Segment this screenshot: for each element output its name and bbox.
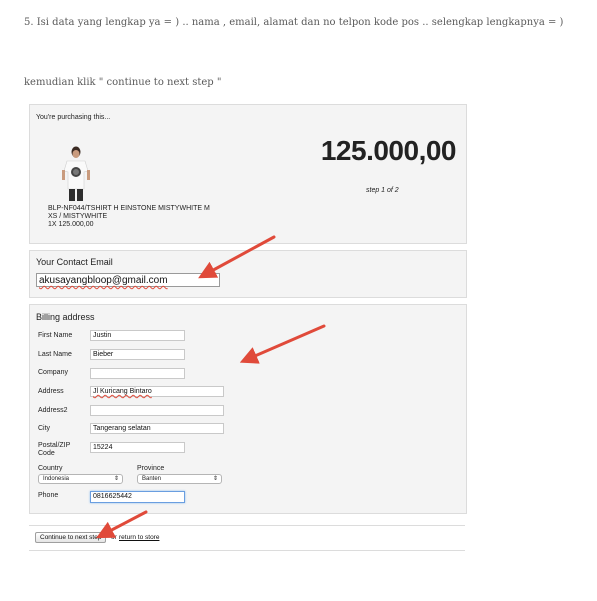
postal-code-field[interactable]: 15224 xyxy=(90,442,185,453)
city-field[interactable]: Tangerang selatan xyxy=(90,423,224,434)
checkout-footer: Continue to next step or return to store xyxy=(29,525,465,551)
address-value: Jl Kuricang Bintaro xyxy=(93,388,152,395)
country-value: Indonesia xyxy=(43,476,70,482)
address2-label: Address2 xyxy=(38,407,68,414)
continue-to-next-step-button[interactable]: Continue to next step xyxy=(35,532,107,543)
country-select[interactable]: Indonesia ⇕ xyxy=(38,474,123,484)
province-select[interactable]: Banten ⇕ xyxy=(137,474,222,484)
instruction-step-5: 5. Isi data yang lengkap ya = ) .. nama … xyxy=(24,17,564,28)
province-value: Banten xyxy=(142,476,162,482)
step-indicator: step 1 of 2 xyxy=(366,187,399,194)
country-label: Country xyxy=(38,465,63,472)
product-thumbnail xyxy=(60,145,92,203)
city-label: City xyxy=(38,425,51,432)
purchasing-label: You're purchasing this... xyxy=(36,114,111,121)
last-name-label: Last Name xyxy=(38,351,72,358)
company-field[interactable] xyxy=(90,368,185,379)
address2-field[interactable] xyxy=(90,405,224,416)
address-label: Address xyxy=(38,388,64,395)
first-name-field[interactable]: Justin xyxy=(90,330,185,341)
product-description: BLP-NF044/TSHIRT H EINSTONE MISTYWHITE M… xyxy=(48,205,248,229)
email-field[interactable]: akusayangbloop@gmail.com xyxy=(36,273,220,287)
or-text: or xyxy=(111,534,117,541)
instruction-continue: kemudian klik " continue to next step " xyxy=(24,77,222,88)
last-name-field[interactable]: Bieber xyxy=(90,349,185,360)
billing-address-panel: Billing address First Name Justin Last N… xyxy=(29,304,467,514)
checkout-screenshot: You're purchasing this... BLP-NF044/TSHI… xyxy=(29,104,469,551)
select-arrows-icon: ⇕ xyxy=(113,476,119,482)
product-quantity-price: 1x 125.000,00 xyxy=(48,221,94,228)
phone-label: Phone xyxy=(38,492,59,499)
product-sku: BLP-NF044/TSHIRT H EINSTONE MISTYWHITE M xyxy=(48,205,210,212)
return-to-store-link[interactable]: return to store xyxy=(119,534,159,541)
postal-code-label: Postal/ZIP Code xyxy=(38,442,71,457)
order-total: 125.000,00 xyxy=(320,135,457,166)
select-arrows-icon: ⇕ xyxy=(212,476,218,482)
contact-email-panel: Your Contact Email akusayangbloop@gmail.… xyxy=(29,250,467,298)
email-value: akusayangbloop@gmail.com xyxy=(39,275,168,286)
address-field[interactable]: Jl Kuricang Bintaro xyxy=(90,386,224,397)
order-summary-panel: You're purchasing this... BLP-NF044/TSHI… xyxy=(29,104,467,244)
billing-address-title: Billing address xyxy=(36,312,95,322)
company-label: Company xyxy=(38,369,68,376)
province-label: Province xyxy=(137,465,165,472)
phone-field[interactable]: 0816625442 xyxy=(90,491,185,503)
product-variant: XS / MISTYWHITE xyxy=(48,213,108,220)
first-name-label: First Name xyxy=(38,332,73,339)
contact-email-title: Your Contact Email xyxy=(36,257,113,267)
